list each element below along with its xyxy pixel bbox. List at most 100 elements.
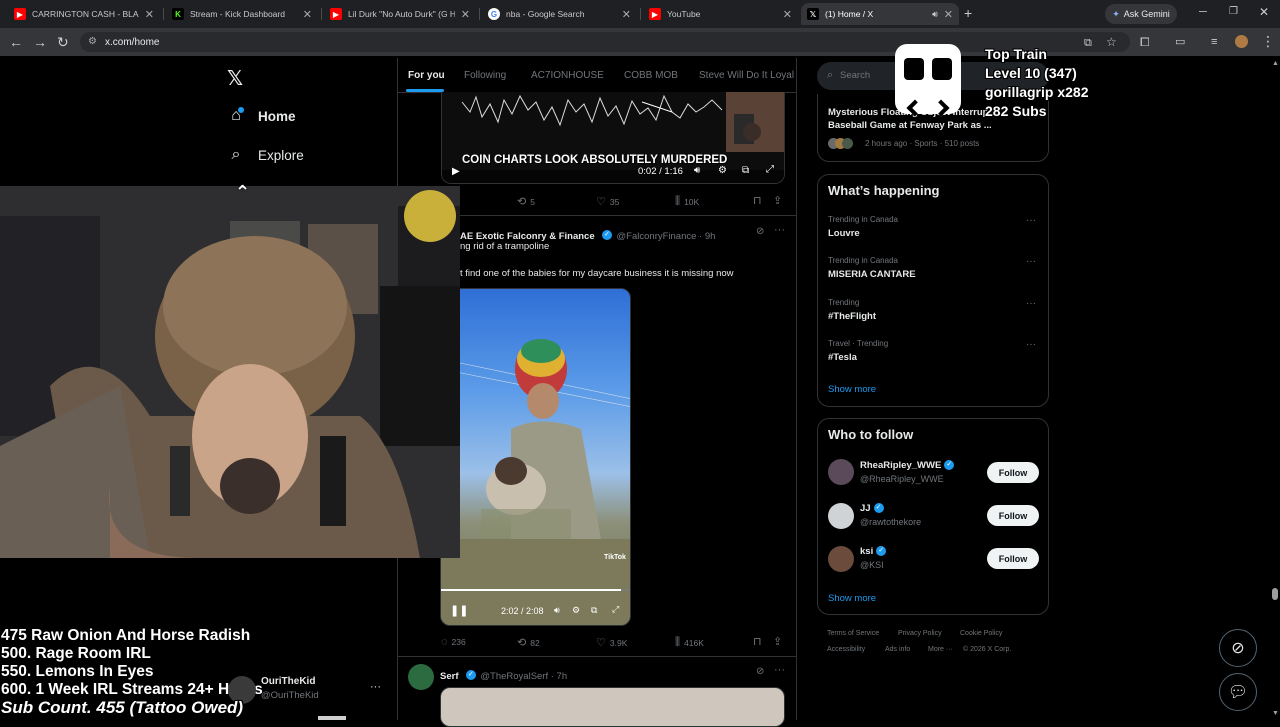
follow-button[interactable]: Follow bbox=[987, 462, 1039, 483]
install-app-icon[interactable]: ⧉ bbox=[1084, 35, 1092, 51]
close-icon[interactable]: ✕ bbox=[303, 8, 312, 21]
avatar[interactable] bbox=[828, 459, 854, 485]
bookmark-star-icon[interactable]: ☆ bbox=[1106, 34, 1117, 50]
trend-more-icon[interactable]: ··· bbox=[1026, 298, 1036, 309]
close-icon[interactable]: ✕ bbox=[944, 8, 953, 21]
grok-button[interactable]: ⊘ bbox=[1219, 629, 1257, 667]
repost-button[interactable]: ⟲ 5 bbox=[517, 195, 535, 208]
trend-more-icon[interactable]: ··· bbox=[1026, 256, 1036, 267]
follow-button[interactable]: Follow bbox=[987, 505, 1039, 526]
like-button[interactable]: ♡ 3.9K bbox=[596, 636, 627, 649]
tweet-author-handle[interactable]: @TheRoyalSerf · 7h bbox=[480, 671, 567, 682]
share-button[interactable]: ⇪ bbox=[773, 635, 786, 648]
avatar[interactable] bbox=[408, 664, 434, 690]
fullscreen-icon[interactable]: ⤢ bbox=[766, 164, 774, 175]
messages-button[interactable]: 💬︎ bbox=[1219, 673, 1257, 711]
views-count[interactable]: ⫼ 10K bbox=[675, 195, 699, 208]
back-icon[interactable]: ← bbox=[9, 34, 23, 50]
sidebar-icon[interactable]: ▭ bbox=[1175, 34, 1185, 50]
profile-avatar[interactable] bbox=[1235, 35, 1248, 48]
reply-button[interactable]: ◌ 236 bbox=[441, 636, 466, 648]
follow-user-name[interactable]: JJ ✓ bbox=[860, 503, 884, 514]
footer-link[interactable]: Terms of Service bbox=[827, 630, 879, 637]
show-more-link[interactable]: Show more bbox=[828, 593, 876, 604]
menu-icon[interactable]: ⋮ bbox=[1261, 33, 1275, 49]
more-icon[interactable]: ··· bbox=[774, 664, 785, 676]
scroll-up-icon[interactable]: ▲ bbox=[1272, 60, 1279, 67]
ask-gemini-button[interactable]: ✦ Ask Gemini bbox=[1105, 4, 1177, 24]
share-button[interactable]: ⇪ bbox=[773, 194, 786, 207]
volume-icon[interactable]: 🔊︎ bbox=[694, 165, 700, 176]
extensions-icon[interactable]: ⧠ bbox=[1140, 34, 1150, 50]
browser-tab[interactable]: ▶ YouTube ✕ bbox=[643, 3, 798, 25]
maximize-button[interactable]: ❐ bbox=[1229, 6, 1238, 17]
tab-for-you[interactable]: For you bbox=[408, 70, 445, 81]
browser-tab[interactable]: ▶ Lil Durk "No Auto Durk" (G Her ✕ bbox=[324, 3, 476, 25]
tweet-author-handle[interactable]: @FalconryFinance · 9h bbox=[617, 231, 716, 242]
avatar[interactable] bbox=[828, 503, 854, 529]
site-info-icon[interactable]: ⚙ bbox=[88, 36, 97, 47]
tweet-video[interactable]: TikTok ❚❚ 2:02 / 2:08 🔊︎ ⚙ ⧉ ⤢ bbox=[440, 288, 631, 626]
tweet-video[interactable]: COIN CHARTS LOOK ABSOLUTELY MURDERED ▶ 0… bbox=[441, 92, 785, 184]
speaker-icon[interactable]: 🔊︎ bbox=[932, 9, 938, 20]
footer-link[interactable]: Ads info bbox=[885, 646, 910, 653]
settings-icon[interactable]: ⚙ bbox=[572, 605, 580, 616]
close-icon[interactable]: ✕ bbox=[622, 8, 631, 21]
scrollbar-thumb[interactable] bbox=[1272, 588, 1278, 600]
tweet-media[interactable] bbox=[440, 687, 785, 727]
account-name[interactable]: OuriTheKid bbox=[261, 676, 315, 687]
tab-ac7ionhouse[interactable]: AC7IONHOUSE bbox=[531, 70, 604, 81]
close-icon[interactable]: ✕ bbox=[461, 8, 470, 21]
forward-icon[interactable]: → bbox=[33, 34, 47, 50]
tab-steve-will-do-it-loyal[interactable]: Steve Will Do It Loyal bbox=[699, 70, 796, 81]
close-icon[interactable]: ✕ bbox=[783, 8, 792, 21]
nav-item-home[interactable]: ⌂ Home bbox=[226, 107, 295, 125]
url-text[interactable]: x.com/home bbox=[105, 37, 159, 48]
play-icon[interactable]: ▶ bbox=[452, 166, 460, 177]
like-button[interactable]: ♡ 35 bbox=[596, 195, 619, 208]
address-bar[interactable] bbox=[80, 32, 1130, 52]
follow-button[interactable]: Follow bbox=[987, 548, 1039, 569]
footer-link[interactable]: Accessibility bbox=[827, 646, 865, 653]
repost-button[interactable]: ⟲ 82 bbox=[517, 636, 540, 649]
trend-item[interactable]: MISERIA CANTARE bbox=[828, 269, 916, 280]
page-scrollbar[interactable] bbox=[1270, 58, 1280, 720]
tab-cobb-mob[interactable]: COBB MOB bbox=[624, 70, 678, 81]
minimize-button[interactable]: ─ bbox=[1199, 6, 1207, 18]
pip-icon[interactable]: ⧉ bbox=[591, 605, 597, 616]
bookmark-button[interactable]: ⊓ bbox=[753, 635, 766, 648]
reload-icon[interactable]: ↻ bbox=[57, 34, 69, 50]
video-progress[interactable] bbox=[441, 589, 621, 591]
follow-user-name[interactable]: RheaRipley_WWE ✓ bbox=[860, 460, 955, 471]
window-close-button[interactable]: ✕ bbox=[1259, 5, 1269, 19]
bookmark-button[interactable]: ⊓ bbox=[753, 194, 766, 207]
grok-icon[interactable]: ⊘ bbox=[756, 666, 764, 677]
trend-item[interactable]: #TheFlight bbox=[828, 311, 876, 322]
nav-item-explore[interactable]: ⌕ Explore bbox=[226, 146, 304, 164]
tab-following[interactable]: Following bbox=[464, 70, 506, 81]
settings-icon[interactable]: ⚙ bbox=[718, 165, 727, 176]
browser-tab-active[interactable]: 𝕏 (1) Home / X 🔊︎ ✕ bbox=[801, 3, 959, 25]
media-controls-icon[interactable]: ≡ bbox=[1211, 34, 1217, 50]
browser-tab[interactable]: G nba - Google Search ✕ bbox=[482, 3, 637, 25]
trend-more-icon[interactable]: ··· bbox=[1026, 339, 1036, 350]
pip-icon[interactable]: ⧉ bbox=[742, 165, 749, 176]
avatar[interactable] bbox=[828, 546, 854, 572]
trend-item[interactable]: #Tesla bbox=[828, 352, 857, 363]
more-icon[interactable]: ··· bbox=[774, 224, 785, 236]
footer-link[interactable]: More ··· bbox=[928, 646, 953, 653]
show-more-link[interactable]: Show more bbox=[828, 384, 876, 395]
fullscreen-icon[interactable]: ⤢ bbox=[612, 604, 619, 615]
trend-more-icon[interactable]: ··· bbox=[1026, 215, 1036, 226]
new-tab-button[interactable]: + bbox=[964, 5, 972, 21]
volume-icon[interactable]: 🔊︎ bbox=[554, 605, 560, 616]
tweet-author-name[interactable]: Serf bbox=[440, 671, 458, 682]
grok-icon[interactable]: ⊘ bbox=[756, 226, 764, 237]
account-more-icon[interactable]: ··· bbox=[370, 681, 381, 693]
trend-item[interactable]: Louvre bbox=[828, 228, 860, 239]
x-logo[interactable]: 𝕏 bbox=[227, 66, 243, 91]
views-count[interactable]: ⫼ 416K bbox=[675, 636, 704, 649]
footer-link[interactable]: Cookie Policy bbox=[960, 630, 1002, 637]
footer-link[interactable]: Privacy Policy bbox=[898, 630, 942, 637]
browser-tab[interactable]: ▶ CARRINGTON CASH - BLACK B ✕ bbox=[8, 3, 160, 25]
